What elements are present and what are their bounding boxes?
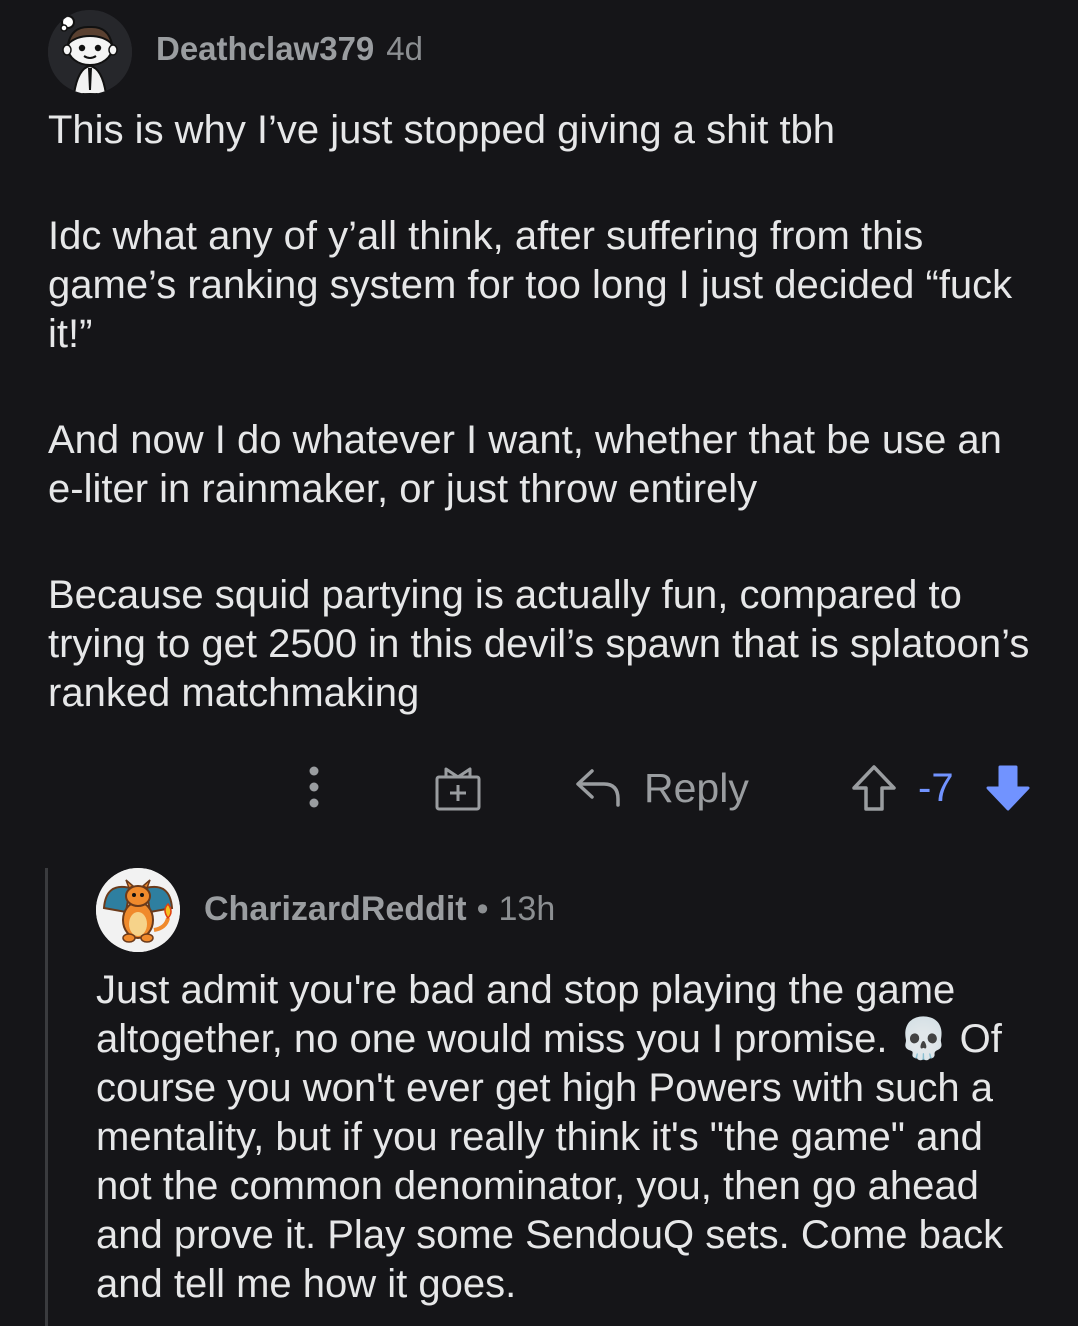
more-vertical-icon [309, 766, 319, 808]
comment-body: Just admit you're bad and stop playing t… [96, 966, 1046, 1309]
user-avatar[interactable] [48, 10, 132, 94]
reply-arrow-icon [576, 769, 620, 807]
reply-label: Reply [644, 764, 749, 811]
meta-separator: • [476, 890, 489, 928]
user-avatar[interactable] [96, 868, 180, 952]
comment-age: 4d [386, 30, 424, 67]
comment-action-bar: Reply -7 [0, 752, 1078, 822]
upvote-outline-icon [852, 765, 896, 811]
award-button[interactable] [430, 760, 486, 816]
downvote-filled-icon [986, 765, 1030, 811]
comment-meta: CharizardReddit • 13h [204, 890, 555, 929]
comment-paragraph: This is why I’ve just stopped giving a s… [48, 108, 836, 152]
downvote-button[interactable] [980, 758, 1036, 818]
username[interactable]: CharizardReddit [204, 890, 467, 929]
comment-charizardreddit: CharizardReddit • 13h Just admit you're … [0, 840, 1078, 1326]
vote-score: -7 [918, 765, 954, 810]
comment-paragraph: Because squid partying is actually fun, … [48, 573, 1030, 715]
comment-age: 13h [498, 890, 556, 928]
comment-meta: Deathclaw379 4d [156, 30, 423, 68]
more-options-button[interactable] [292, 762, 336, 812]
upvote-button[interactable] [846, 758, 902, 818]
reply-button[interactable]: Reply [574, 758, 749, 818]
comment-deathclaw379: Deathclaw379 4d This is why I’ve just st… [0, 0, 1078, 840]
comment-paragraph: Idc what any of y’all think, after suffe… [48, 214, 1013, 356]
comment-paragraph: Just admit you're bad and stop playing t… [96, 968, 1004, 1306]
snoo-avatar-icon [48, 10, 132, 94]
charizard-avatar-icon [96, 868, 180, 952]
award-icon [435, 767, 481, 811]
username[interactable]: Deathclaw379 [156, 30, 374, 68]
comment-body: This is why I’ve just stopped giving a s… [48, 106, 1048, 718]
comment-paragraph: And now I do whatever I want, whether th… [48, 418, 1002, 511]
